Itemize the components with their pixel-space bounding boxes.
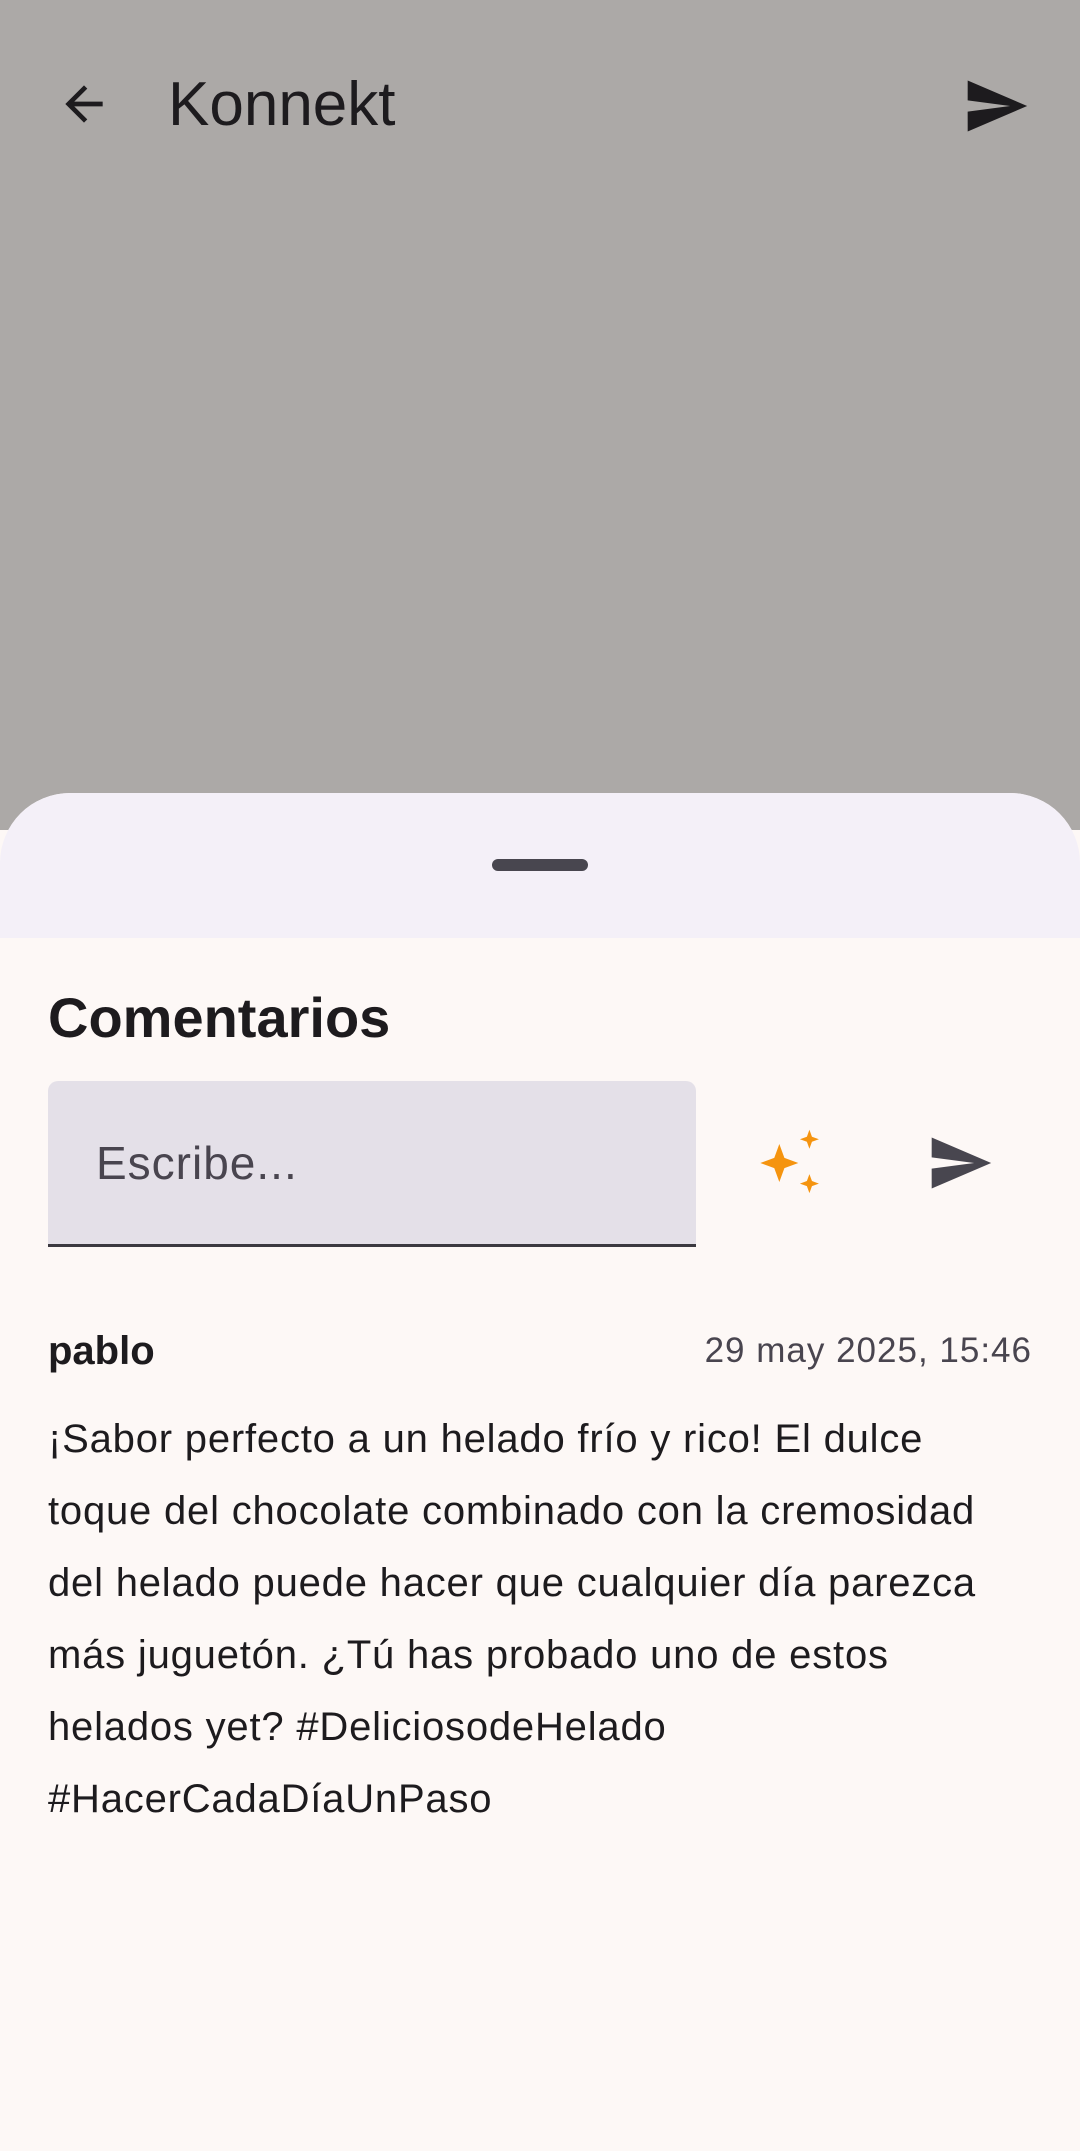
back-button[interactable] [48, 68, 120, 140]
app-title: Konnekt [168, 70, 396, 139]
comment-timestamp: 29 may 2025, 15:46 [704, 1331, 1032, 1370]
sheet-title: Comentarios [48, 986, 391, 1049]
arrow-back-icon [65, 85, 103, 123]
sparkles-icon [760, 1129, 819, 1194]
comment-input[interactable] [96, 1081, 656, 1244]
send-icon [967, 80, 1028, 132]
top-app-bar: Konnekt [0, 40, 1080, 160]
top-send-button[interactable] [956, 66, 1036, 146]
sheet-header [0, 793, 1080, 938]
scrim-backdrop[interactable]: Konnekt [0, 0, 1080, 830]
comment-input-container[interactable] [48, 1081, 696, 1247]
screen: Konnekt Comentarios Escribe... pablo 29 … [0, 0, 1080, 2151]
send-comment-button[interactable] [920, 1123, 1000, 1203]
ai-suggest-button[interactable] [752, 1123, 832, 1203]
comment-text: ¡Sabor perfecto a un helado frío y rico!… [48, 1417, 976, 1821]
drag-handle[interactable] [492, 859, 588, 871]
comment-author[interactable]: pablo [48, 1323, 155, 1379]
comments-bottom-sheet: Comentarios pablo 29 may 2025, 15:46 ¡Sa… [0, 793, 1080, 2151]
send-icon [931, 1137, 992, 1189]
